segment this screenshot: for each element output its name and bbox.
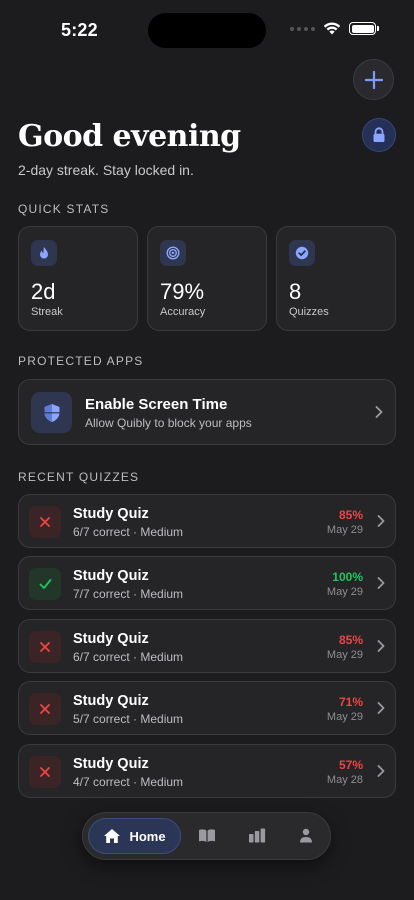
tab-home[interactable]: Home [88, 818, 181, 854]
quiz-title: Study Quiz [73, 756, 149, 772]
stat-label: Accuracy [160, 306, 206, 318]
plus-icon [364, 70, 383, 89]
stat-card-accuracy[interactable]: 79% Accuracy [147, 226, 267, 331]
chevron-right-icon [377, 577, 385, 589]
checkmark-icon [29, 568, 61, 600]
quiz-detail: 7/7 correct · Medium [73, 587, 184, 601]
status-time: 5:22 [61, 20, 98, 40]
shield-icon [31, 392, 72, 433]
protected-apps-label: PROTECTED APPS [18, 354, 144, 368]
lock-button[interactable] [362, 118, 396, 152]
quiz-detail: 6/7 correct · Medium [73, 650, 184, 664]
stat-value: 8 [289, 279, 302, 304]
close-icon [29, 506, 61, 538]
quiz-row[interactable]: Study Quiz 6/7 correct · Medium 85% May … [18, 494, 396, 548]
flame-icon [31, 240, 57, 266]
page-title: Good evening [18, 119, 241, 154]
quiz-score: 57% [338, 758, 363, 772]
screen-time-subtitle: Allow Quibly to block your apps [85, 416, 252, 430]
tab-home-label: Home [129, 828, 166, 844]
quiz-score: 71% [338, 695, 363, 709]
quiz-row[interactable]: Study Quiz 7/7 correct · Medium 100% May… [18, 556, 396, 610]
lock-icon [373, 127, 385, 142]
book-icon[interactable] [198, 828, 216, 843]
signal-icon [290, 26, 315, 31]
quiz-row[interactable]: Study Quiz 6/7 correct · Medium 85% May … [18, 619, 396, 673]
tab-bar: Home [82, 812, 331, 860]
target-icon [160, 240, 186, 266]
stat-value: 2d [31, 279, 56, 304]
status-icons [290, 22, 379, 35]
quiz-date: May 29 [326, 524, 363, 536]
chevron-right-icon [377, 765, 385, 777]
stat-label: Quizzes [289, 306, 329, 318]
quiz-date: May 29 [326, 711, 363, 723]
quiz-score: 85% [338, 508, 363, 522]
chevron-right-icon [377, 640, 385, 652]
enable-screen-time-row[interactable]: Enable Screen Time Allow Quibly to block… [18, 379, 396, 445]
stat-card-streak[interactable]: 2d Streak [18, 226, 138, 331]
quiz-detail: 4/7 correct · Medium [73, 775, 184, 789]
status-bar: 5:22 [0, 0, 414, 60]
quiz-title: Study Quiz [73, 506, 149, 522]
chevron-right-icon [377, 702, 385, 714]
check-badge-icon [289, 240, 315, 266]
stat-label: Streak [31, 306, 63, 318]
quiz-title: Study Quiz [73, 693, 149, 709]
quiz-detail: 6/7 correct · Medium [73, 525, 184, 539]
quiz-title: Study Quiz [73, 568, 149, 584]
chart-icon[interactable] [248, 828, 266, 843]
quiz-row[interactable]: Study Quiz 4/7 correct · Medium 57% May … [18, 744, 396, 798]
quiz-date: May 29 [326, 586, 363, 598]
home-icon [104, 829, 121, 843]
close-icon [29, 631, 61, 663]
battery-icon [349, 22, 379, 35]
chevron-right-icon [375, 406, 383, 418]
quiz-title: Study Quiz [73, 631, 149, 647]
streak-subtitle: 2-day streak. Stay locked in. [18, 162, 194, 178]
close-icon [29, 693, 61, 725]
chevron-right-icon [377, 515, 385, 527]
screen-time-title: Enable Screen Time [85, 396, 228, 413]
person-icon[interactable] [299, 828, 313, 843]
stat-value: 79% [160, 279, 205, 304]
stat-card-quizzes[interactable]: 8 Quizzes [276, 226, 396, 331]
quick-stats-label: QUICK STATS [18, 202, 110, 216]
wifi-icon [323, 22, 341, 35]
dynamic-island [148, 13, 266, 48]
quiz-detail: 5/7 correct · Medium [73, 712, 184, 726]
add-button[interactable] [353, 59, 394, 100]
quiz-date: May 28 [326, 774, 363, 786]
quiz-score: 85% [338, 633, 363, 647]
close-icon [29, 756, 61, 788]
recent-quizzes-label: RECENT QUIZZES [18, 470, 140, 484]
quiz-date: May 29 [326, 649, 363, 661]
quiz-row[interactable]: Study Quiz 5/7 correct · Medium 71% May … [18, 681, 396, 735]
quiz-score: 100% [332, 570, 363, 584]
